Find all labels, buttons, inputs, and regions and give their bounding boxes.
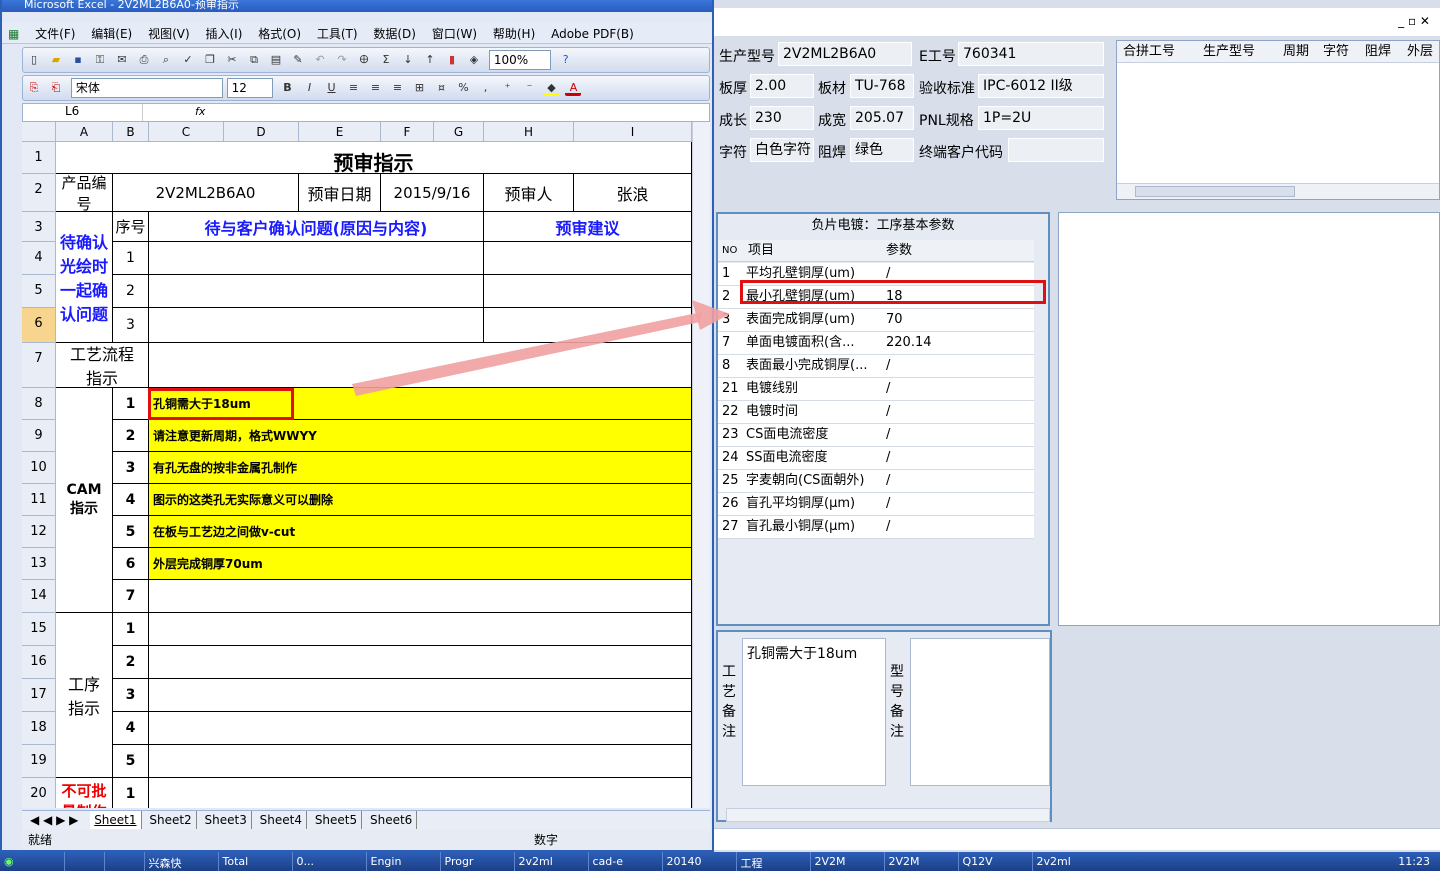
taskbar-item[interactable]: 0... bbox=[291, 852, 366, 871]
taskbar-item[interactable]: 2v2ml bbox=[513, 852, 588, 871]
taskbar-item[interactable]: 2v2ml bbox=[1031, 852, 1106, 871]
arrow-shaft bbox=[352, 312, 702, 396]
taskbar-item[interactable]: 20140 bbox=[661, 852, 736, 871]
taskbar-item[interactable]: Progr bbox=[439, 852, 514, 871]
arrow-head bbox=[692, 300, 730, 330]
task-list: 兴森快 Total 0... Engin Progr 2v2ml cad-e 20140 工程 2… bbox=[63, 852, 1106, 871]
taskbar-item[interactable]: cad-e bbox=[587, 852, 662, 871]
annotation-arrow bbox=[352, 300, 730, 396]
taskbar-item[interactable] bbox=[103, 852, 144, 871]
taskbar-item[interactable]: 工程 bbox=[735, 852, 810, 871]
taskbar-item[interactable]: 兴森快 bbox=[143, 852, 218, 871]
start-button[interactable]: ◉ bbox=[0, 852, 60, 871]
taskbar: ◉ 兴森快 Total 0... Engin Progr 2v2ml cad-e 20140 工… bbox=[0, 852, 1440, 871]
clock: 11:23 bbox=[1398, 855, 1430, 868]
taskbar-item[interactable]: Total bbox=[217, 852, 292, 871]
taskbar-item[interactable]: Engin bbox=[365, 852, 440, 871]
taskbar-item[interactable]: Q12V bbox=[957, 852, 1032, 871]
taskbar-item[interactable]: 2V2M bbox=[809, 852, 884, 871]
taskbar-item[interactable] bbox=[63, 852, 104, 871]
taskbar-item[interactable]: 2V2M bbox=[883, 852, 958, 871]
